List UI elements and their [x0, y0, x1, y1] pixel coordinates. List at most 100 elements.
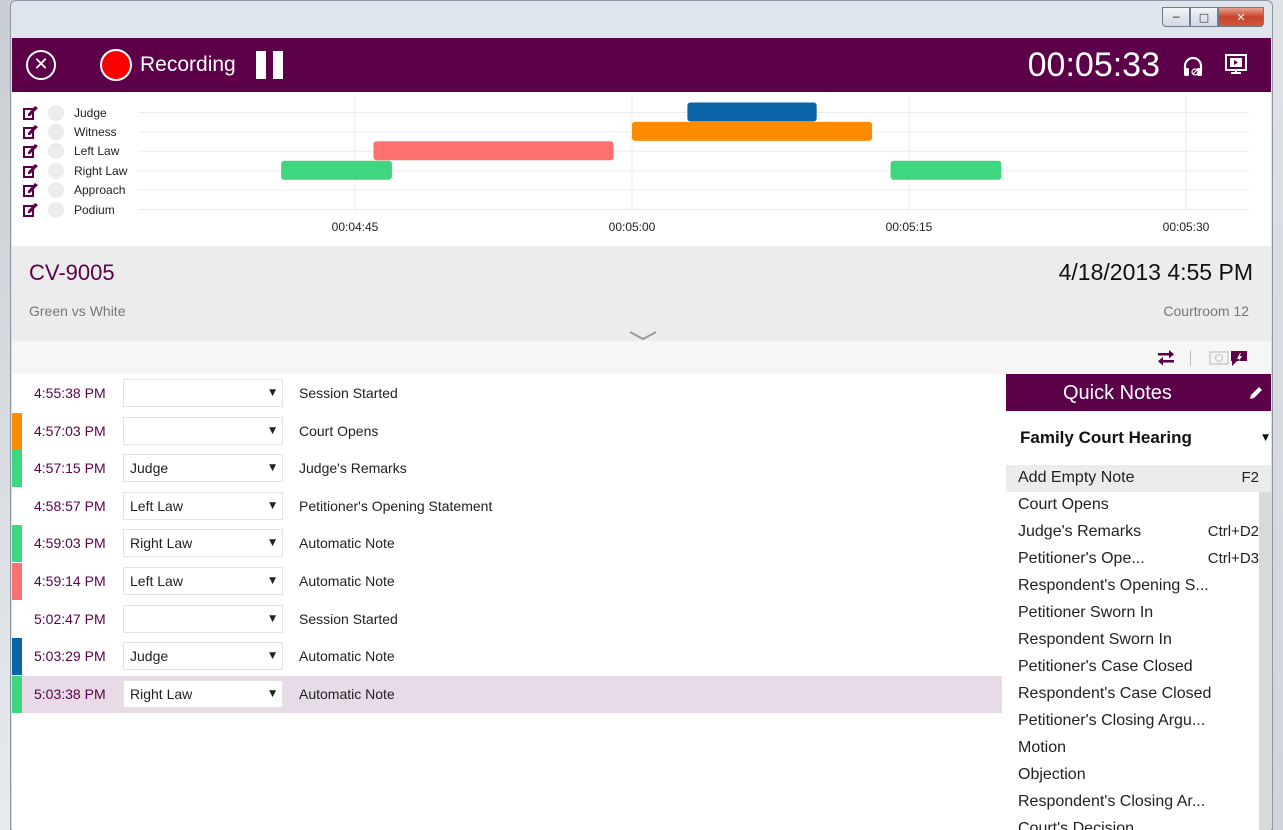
swap-icon[interactable]: [1157, 350, 1175, 366]
note-row[interactable]: 4:57:15 PM Judge ▼ Judge's Remarks: [12, 450, 1002, 488]
quick-note-item[interactable]: Petitioner Sworn In: [1006, 600, 1271, 627]
track-toggle[interactable]: [48, 162, 64, 179]
edit-note-icon[interactable]: [22, 143, 40, 159]
timeline-track: Podium: [22, 200, 115, 219]
timeline-tick-label: 00:05:30: [1163, 220, 1210, 234]
pause-button[interactable]: [256, 51, 284, 79]
quick-note-item[interactable]: Judge's Remarks Ctrl+D2: [1006, 519, 1271, 546]
edit-note-icon[interactable]: [22, 163, 40, 179]
note-text[interactable]: Judge's Remarks: [299, 460, 407, 476]
timeline-segment[interactable]: [687, 102, 817, 122]
quick-note-item[interactable]: Respondent Sworn In: [1006, 627, 1271, 654]
speaker-value: Judge: [130, 648, 169, 665]
speaker-select[interactable]: ▼: [123, 379, 283, 407]
speaker-select[interactable]: ▼: [123, 604, 283, 633]
note-row[interactable]: 4:59:03 PM Right Law ▼ Automatic Note: [12, 525, 1002, 563]
quick-note-item[interactable]: Motion: [1006, 735, 1271, 762]
timeline-segment[interactable]: [373, 141, 614, 161]
timeline-segment[interactable]: [632, 121, 873, 141]
edit-note-icon[interactable]: [22, 105, 40, 121]
app-client: ✕ Recording 00:05:33 00:04:45 00:05:00 00:…: [12, 38, 1271, 830]
quick-note-label: Petitioner's Case Closed: [1018, 658, 1193, 675]
edit-note-icon[interactable]: [22, 124, 40, 140]
close-window-button[interactable]: ✕: [1218, 7, 1264, 27]
note-time: 4:59:03 PM: [34, 535, 106, 552]
quick-note-item[interactable]: Respondent's Case Closed: [1006, 681, 1271, 708]
note-row[interactable]: 5:03:29 PM Judge ▼ Automatic Note: [12, 638, 1002, 676]
scrollbar[interactable]: [1259, 492, 1271, 830]
timeline-chart: 00:04:45 00:05:00 00:05:15 00:05:30: [138, 96, 1249, 234]
record-icon[interactable]: [100, 49, 132, 81]
quick-note-label: Petitioner's Closing Argu...: [1018, 712, 1206, 729]
track-label: Witness: [74, 124, 117, 139]
speaker-select[interactable]: Right Law ▼: [123, 679, 283, 708]
chevron-down-icon: ▼: [269, 688, 276, 699]
quick-note-item[interactable]: Objection: [1006, 762, 1271, 789]
note-text[interactable]: Session Started: [299, 385, 398, 401]
speaker-select[interactable]: Judge ▼: [123, 454, 283, 483]
speaker-select[interactable]: ▼: [123, 416, 283, 445]
note-time: 5:03:29 PM: [34, 648, 106, 665]
quick-notes-template-select[interactable]: Family Court Hearing ▼: [1006, 411, 1271, 465]
quick-note-label: Objection: [1018, 766, 1086, 783]
note-row[interactable]: 4:57:03 PM ▼ Court Opens: [12, 412, 1002, 450]
speaker-value: Left Law: [130, 573, 183, 589]
note-row[interactable]: 4:58:57 PM Left Law ▼ Petitioner's Opening …: [12, 488, 1002, 525]
quick-note-item[interactable]: Respondent's Opening S...: [1006, 573, 1271, 600]
chevron-down-icon: ▼: [269, 538, 276, 549]
camera-icon[interactable]: [1209, 351, 1229, 365]
quick-note-item[interactable]: Respondent's Closing Ar...: [1006, 789, 1271, 816]
quick-note-item[interactable]: Add Empty Note F2: [1006, 465, 1271, 492]
chevron-down-icon: ▼: [269, 463, 276, 474]
maximize-button[interactable]: □: [1190, 7, 1218, 27]
quick-note-shortcut: Ctrl+D2: [1207, 523, 1259, 540]
quick-note-item[interactable]: Petitioner's Case Closed: [1006, 654, 1271, 681]
note-text[interactable]: Court Opens: [299, 423, 378, 439]
toolbar-divider: [1190, 350, 1191, 366]
edit-note-icon[interactable]: [22, 202, 40, 218]
monitor-icon[interactable]: [1223, 52, 1249, 78]
timeline-segment[interactable]: [281, 160, 392, 180]
close-session-button[interactable]: ✕: [26, 50, 56, 80]
note-text[interactable]: Petitioner's Opening Statement: [299, 498, 492, 514]
note-time: 4:57:15 PM: [34, 460, 106, 477]
note-text[interactable]: Automatic Note: [299, 535, 395, 551]
track-toggle[interactable]: [48, 201, 64, 218]
chevron-down-icon: ▼: [1262, 433, 1269, 443]
speaker-select[interactable]: Left Law ▼: [123, 567, 283, 595]
quick-notes-title: Quick Notes: [1063, 382, 1172, 404]
speaker-select[interactable]: Judge ▼: [123, 642, 283, 671]
track-toggle[interactable]: [48, 104, 64, 121]
note-row[interactable]: 4:55:38 PM ▼ Session Started: [12, 375, 1002, 412]
timeline-segment[interactable]: [890, 160, 1002, 180]
note-row[interactable]: 4:59:14 PM Left Law ▼ Automatic Note: [12, 563, 1002, 600]
headphones-icon[interactable]: [1181, 54, 1205, 78]
note-text[interactable]: Automatic Note: [299, 573, 395, 589]
speaker-select[interactable]: Left Law ▼: [123, 491, 283, 520]
minimize-button[interactable]: ─: [1162, 7, 1190, 27]
timeline-track: Judge: [22, 103, 107, 122]
note-row[interactable]: 5:02:47 PM ▼ Session Started: [12, 601, 1002, 638]
speaker-value: Judge: [130, 460, 169, 477]
note-row[interactable]: 5:03:38 PM Right Law ▼ Automatic Note: [12, 675, 1002, 713]
speaker-select[interactable]: Right Law ▼: [123, 529, 283, 558]
note-text[interactable]: Automatic Note: [299, 686, 395, 702]
note-text[interactable]: Automatic Note: [299, 648, 395, 664]
note-time: 5:02:47 PM: [34, 610, 106, 627]
pencil-icon[interactable]: [1249, 386, 1263, 400]
flag-note-icon[interactable]: [1229, 349, 1249, 367]
quick-note-shortcut: Ctrl+D3: [1207, 550, 1259, 567]
timeline-track: Left Law: [22, 142, 119, 161]
quick-note-label: Court's Decision: [1018, 820, 1134, 830]
track-label: Judge: [74, 105, 107, 120]
quick-note-item[interactable]: Petitioner's Closing Argu...: [1006, 708, 1271, 735]
note-text[interactable]: Session Started: [299, 611, 398, 627]
quick-note-item[interactable]: Petitioner's Ope... Ctrl+D3: [1006, 546, 1271, 573]
quick-note-item[interactable]: Court Opens: [1006, 492, 1271, 519]
edit-note-icon[interactable]: [22, 182, 40, 198]
track-toggle[interactable]: [48, 143, 64, 160]
note-time: 4:58:57 PM: [34, 497, 106, 514]
track-toggle[interactable]: [48, 182, 64, 199]
track-toggle[interactable]: [48, 123, 64, 140]
quick-note-item[interactable]: Court's Decision: [1006, 816, 1271, 830]
